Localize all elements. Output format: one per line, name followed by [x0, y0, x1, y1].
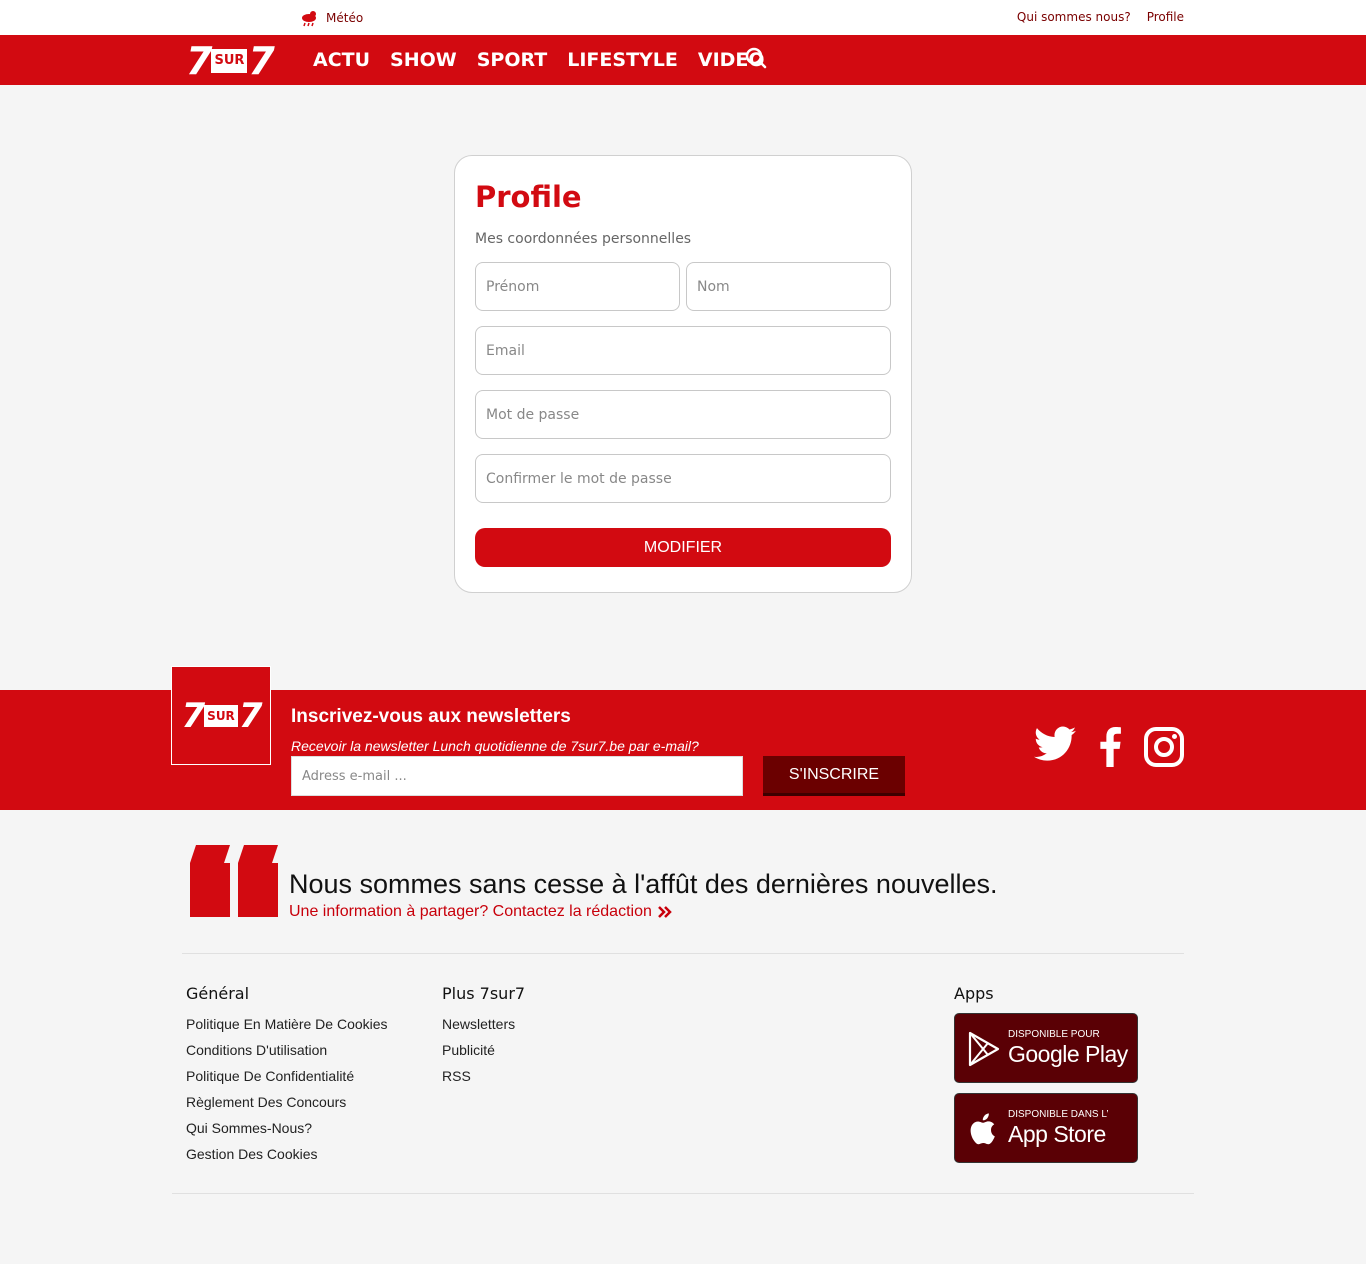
newsletter-logo-seven-right: 7: [238, 695, 263, 736]
footer-link-ads[interactable]: Publicité: [442, 1037, 525, 1063]
top-links: Qui sommes nous? Profile: [1017, 10, 1184, 24]
footer-general-title: Général: [186, 984, 250, 1003]
app-store-small: DISPONIBLE DANS L’: [1008, 1109, 1109, 1120]
about-link[interactable]: Qui sommes nous?: [1017, 10, 1131, 24]
nav-item-actu[interactable]: ACTU: [313, 47, 370, 73]
subscribe-button[interactable]: S'INSCRIRE: [763, 756, 905, 796]
email-field[interactable]: [475, 326, 891, 375]
footer-col-apps: Apps: [954, 984, 994, 1011]
footer-link-contest-rules[interactable]: Règlement Des Concours: [186, 1089, 388, 1115]
newsletter-subtitle: Recevoir la newsletter Lunch quotidienne…: [291, 738, 699, 754]
footer-link-newsletters[interactable]: Newsletters: [442, 1011, 525, 1037]
google-play-big: Google Play: [1008, 1041, 1128, 1067]
logo-seven-right: 7: [248, 39, 274, 83]
section-subtitle: Mes coordonnées personnelles: [475, 231, 692, 247]
weather-icon: [302, 11, 316, 27]
footer-link-privacy[interactable]: Politique De Confidentialité: [186, 1063, 388, 1089]
contact-link[interactable]: Une information à partager? Contactez la…: [289, 903, 672, 921]
main-nav: 7 SUR 7 ACTU SHOW SPORT LIFESTYLE VIDEO: [0, 35, 1366, 85]
nav-item-show[interactable]: SHOW: [390, 47, 457, 73]
double-chevron-right-icon: [657, 906, 672, 918]
newsletter-logo-sur: SUR: [204, 704, 238, 727]
footer-link-terms[interactable]: Conditions D'utilisation: [186, 1037, 388, 1063]
profile-link[interactable]: Profile: [1147, 10, 1184, 24]
footer-col-plus: Plus 7sur7 Newsletters Publicité RSS: [442, 984, 525, 1089]
google-play-icon: [968, 1031, 1000, 1067]
quote-icon: [190, 845, 278, 917]
footer-col-general: Général Politique En Matière De Cookies …: [186, 984, 388, 1167]
weather-label: Météo: [326, 11, 364, 25]
google-play-button[interactable]: DISPONIBLE POUR Google Play: [954, 1013, 1138, 1083]
footer-apps-title: Apps: [954, 984, 994, 1003]
footer-link-cookies-policy[interactable]: Politique En Matière De Cookies: [186, 1011, 388, 1037]
app-store-button[interactable]: DISPONIBLE DANS L’ App Store: [954, 1093, 1138, 1163]
newsletter-logo-seven-left: 7: [181, 695, 206, 736]
divider: [182, 953, 1184, 954]
google-play-small: DISPONIBLE POUR: [1008, 1029, 1100, 1040]
facebook-icon[interactable]: [1098, 727, 1122, 767]
logo-sur: SUR: [211, 49, 248, 73]
contact-link-label: Une information à partager? Contactez la…: [289, 903, 652, 920]
nav-item-sport[interactable]: SPORT: [477, 47, 548, 73]
site-logo[interactable]: 7 SUR 7: [186, 39, 276, 83]
confirm-password-field[interactable]: [475, 454, 891, 503]
newsletter-logo: 7 SUR 7: [171, 666, 271, 765]
instagram-icon[interactable]: [1144, 727, 1184, 767]
page-title: Profile: [475, 180, 582, 214]
newsletter-email-input[interactable]: [291, 756, 743, 796]
footer-divider: [172, 1193, 1194, 1194]
nav-items: ACTU SHOW SPORT LIFESTYLE VIDEO: [313, 47, 765, 73]
footer-link-rss[interactable]: RSS: [442, 1063, 525, 1089]
modify-button[interactable]: MODIFIER: [475, 528, 891, 567]
footer-link-cookie-settings[interactable]: Gestion Des Cookies: [186, 1141, 388, 1167]
search-icon[interactable]: [745, 47, 767, 69]
nav-item-lifestyle[interactable]: LIFESTYLE: [567, 47, 678, 73]
newsletter-title: Inscrivez-vous aux newsletters: [291, 706, 571, 727]
footer-link-about[interactable]: Qui Sommes-Nous?: [186, 1115, 388, 1141]
password-field[interactable]: [475, 390, 891, 439]
twitter-icon[interactable]: [1034, 726, 1076, 762]
contact-title: Nous sommes sans cesse à l'affût des der…: [289, 869, 998, 899]
lastname-field[interactable]: [686, 262, 891, 311]
footer-plus-title: Plus 7sur7: [442, 984, 526, 1003]
firstname-field[interactable]: [475, 262, 680, 311]
app-store-big: App Store: [1008, 1121, 1106, 1147]
apple-icon: [970, 1113, 995, 1145]
profile-card: Profile Mes coordonnées personnelles MOD…: [454, 155, 912, 593]
logo-seven-left: 7: [186, 39, 212, 83]
top-bar: Météo Qui sommes nous? Profile: [0, 0, 1366, 35]
weather-link[interactable]: Météo: [300, 8, 363, 28]
